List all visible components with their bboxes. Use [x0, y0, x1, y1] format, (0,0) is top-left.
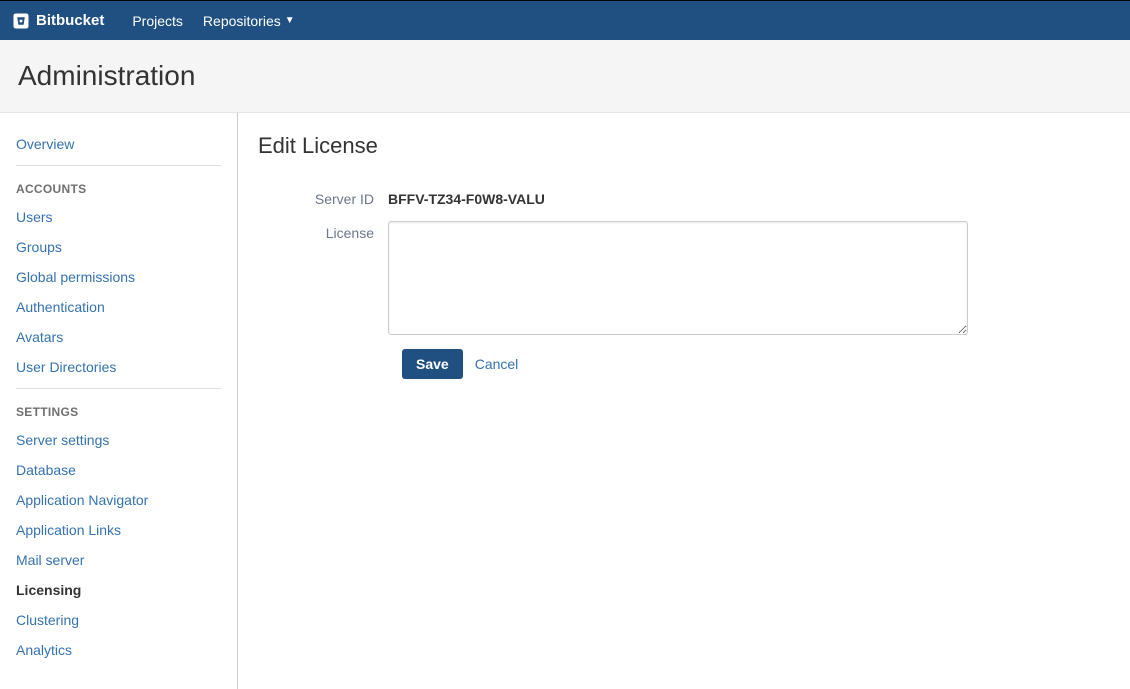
brand-text: Bitbucket — [36, 12, 104, 29]
sidebar-item-user-directories[interactable]: User Directories — [16, 352, 221, 382]
nav-projects[interactable]: Projects — [122, 13, 193, 29]
main-content: Edit License Server ID BFFV-TZ34-F0W8-VA… — [238, 113, 1130, 689]
sidebar-item-groups[interactable]: Groups — [16, 232, 221, 262]
sidebar-item-mail-server[interactable]: Mail server — [16, 545, 221, 575]
sidebar-item-global-permissions[interactable]: Global permissions — [16, 262, 221, 292]
nav-projects-label: Projects — [132, 13, 183, 29]
server-id-value: BFFV-TZ34-F0W8-VALU — [388, 187, 545, 207]
sidebar-item-application-links[interactable]: Application Links — [16, 515, 221, 545]
sidebar-item-overview[interactable]: Overview — [16, 129, 221, 159]
page-header: Administration — [0, 40, 1130, 113]
nav-repositories[interactable]: Repositories ▼ — [193, 13, 305, 29]
content-title: Edit License — [258, 133, 1110, 159]
sidebar-item-users[interactable]: Users — [16, 202, 221, 232]
sidebar-section-accounts: ACCOUNTS — [16, 168, 221, 202]
sidebar-item-analytics[interactable]: Analytics — [16, 635, 221, 665]
cancel-button[interactable]: Cancel — [475, 356, 519, 372]
form-actions: Save Cancel — [402, 349, 1110, 379]
sidebar-item-avatars[interactable]: Avatars — [16, 322, 221, 352]
sidebar-item-application-navigator[interactable]: Application Navigator — [16, 485, 221, 515]
sidebar: Overview ACCOUNTS Users Groups Global pe… — [0, 113, 238, 689]
brand-logo[interactable]: Bitbucket — [12, 12, 104, 30]
sidebar-item-server-settings[interactable]: Server settings — [16, 425, 221, 455]
page-body: Overview ACCOUNTS Users Groups Global pe… — [0, 113, 1130, 689]
row-server-id: Server ID BFFV-TZ34-F0W8-VALU — [258, 187, 1110, 207]
bitbucket-icon — [12, 12, 30, 30]
sidebar-item-authentication[interactable]: Authentication — [16, 292, 221, 322]
divider — [16, 165, 221, 166]
server-id-label: Server ID — [258, 187, 388, 207]
sidebar-item-database[interactable]: Database — [16, 455, 221, 485]
divider — [16, 388, 221, 389]
row-license: License — [258, 221, 1110, 335]
nav-repositories-label: Repositories — [203, 13, 281, 29]
sidebar-item-clustering[interactable]: Clustering — [16, 605, 221, 635]
topbar: Bitbucket Projects Repositories ▼ — [0, 0, 1130, 40]
page-title: Administration — [18, 60, 1112, 92]
save-button[interactable]: Save — [402, 349, 463, 379]
chevron-down-icon: ▼ — [285, 15, 295, 26]
license-label: License — [258, 221, 388, 241]
license-textarea[interactable] — [388, 221, 968, 335]
sidebar-item-licensing[interactable]: Licensing — [16, 575, 221, 605]
sidebar-section-settings: SETTINGS — [16, 391, 221, 425]
